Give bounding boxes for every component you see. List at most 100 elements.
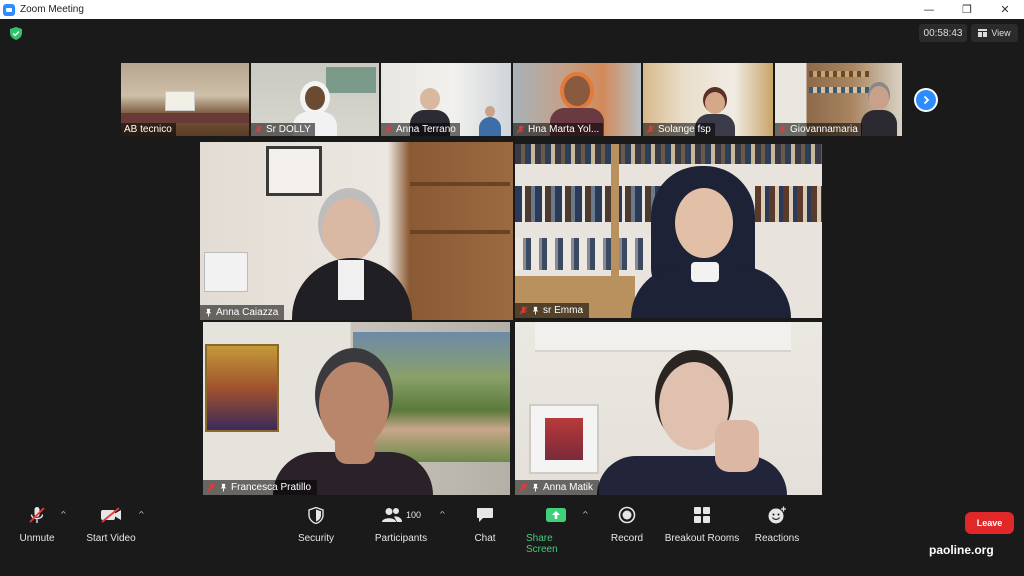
participant-name: Anna Terrano xyxy=(396,124,456,135)
participant-thumbnail[interactable]: Hna Marta Yol... xyxy=(513,63,641,136)
window-title: Zoom Meeting xyxy=(20,4,84,15)
shelf xyxy=(410,230,510,234)
participant-nameplate: Anna Caiazza xyxy=(200,305,285,320)
wall-picture xyxy=(266,146,322,196)
participant-name: Solange fsp xyxy=(658,124,711,135)
next-page-button[interactable] xyxy=(914,88,938,112)
book-image xyxy=(165,91,195,111)
pin-icon xyxy=(205,308,212,317)
participant-name: Hna Marta Yol... xyxy=(528,124,600,135)
audio-options-caret[interactable]: ^ xyxy=(60,510,67,519)
participant-figure xyxy=(861,84,898,136)
unmute-button[interactable]: Unmute xyxy=(17,506,57,544)
white-collar xyxy=(338,260,364,300)
window-controls: — ❐ ✕ xyxy=(910,0,1024,19)
mic-muted-icon xyxy=(516,125,525,134)
participant-name: Sr DOLLY xyxy=(266,124,311,135)
chat-button[interactable]: Chat xyxy=(470,506,500,544)
share-screen-label: Share Screen xyxy=(526,533,558,555)
shelf xyxy=(410,182,510,186)
breakout-rooms-label: Breakout Rooms xyxy=(664,533,740,544)
participants-icon xyxy=(381,508,402,522)
framed-image xyxy=(545,418,583,460)
mic-muted-icon xyxy=(254,125,263,134)
unmute-label: Unmute xyxy=(19,533,55,544)
participant-thumbnail[interactable]: Sr DOLLY xyxy=(251,63,379,136)
participant-nameplate: sr Emma xyxy=(515,303,589,318)
security-button[interactable]: Security xyxy=(296,506,336,544)
meeting-toolbar xyxy=(0,500,1024,576)
chat-bubble-icon xyxy=(477,508,493,522)
participant-thumbnail[interactable]: Giovannamaria xyxy=(775,63,902,136)
video-tile[interactable]: Francesca Pratillo xyxy=(203,322,510,495)
record-button[interactable]: Record xyxy=(610,506,644,544)
zoom-logo-icon xyxy=(3,3,15,16)
breakout-rooms-button[interactable]: Breakout Rooms xyxy=(664,506,740,544)
participant-nameplate: Giovannamaria xyxy=(775,123,862,136)
participants-options-caret[interactable]: ^ xyxy=(439,510,446,519)
close-button[interactable]: ✕ xyxy=(986,0,1024,19)
pin-icon xyxy=(532,306,539,315)
participant-thumbnail[interactable]: AB tecnico xyxy=(121,63,249,136)
reactions-label: Reactions xyxy=(754,533,800,544)
mic-muted-icon xyxy=(207,483,216,492)
start-video-button[interactable]: Start Video xyxy=(84,506,138,544)
start-video-label: Start Video xyxy=(86,533,136,544)
participant-thumbnail[interactable]: Solange fsp xyxy=(643,63,773,136)
bookshelf-row xyxy=(809,87,869,93)
participant-name: Anna Matik xyxy=(543,482,594,493)
participant-name: AB tecnico xyxy=(124,124,172,135)
video-tile[interactable]: Anna Caiazza xyxy=(200,142,513,320)
participant-name: Anna Caiazza xyxy=(216,307,279,318)
share-options-caret[interactable]: ^ xyxy=(582,510,589,519)
participant-nameplate: Solange fsp xyxy=(643,123,715,136)
video-options-caret[interactable]: ^ xyxy=(138,510,145,519)
leave-button[interactable]: Leave xyxy=(965,512,1014,534)
participant-nameplate: Sr DOLLY xyxy=(251,123,315,136)
participant-figure xyxy=(273,358,433,495)
participant-nameplate: Anna Matik xyxy=(515,480,600,495)
cabinet xyxy=(535,322,791,352)
share-screen-icon xyxy=(546,508,566,522)
participant-figure xyxy=(631,166,791,318)
grid-view-icon xyxy=(978,29,988,37)
participants-button[interactable]: 100 Participants xyxy=(372,506,430,544)
printer xyxy=(204,252,248,292)
meeting-timer: 00:58:43 xyxy=(919,24,967,42)
participants-label: Participants xyxy=(374,533,428,544)
chat-label: Chat xyxy=(474,533,496,544)
encryption-shield-icon[interactable] xyxy=(10,27,22,40)
security-label: Security xyxy=(297,533,335,544)
icon-painting xyxy=(205,344,279,432)
table-cloth xyxy=(121,113,249,123)
participant-figure xyxy=(292,198,412,320)
restore-button[interactable]: ❐ xyxy=(948,0,986,19)
record-label: Record xyxy=(610,533,644,544)
resting-hand xyxy=(715,420,759,472)
video-tile[interactable]: sr Emma xyxy=(515,144,822,318)
video-tile[interactable]: Anna Matik xyxy=(515,322,822,495)
minimize-button[interactable]: — xyxy=(910,0,948,19)
mic-muted-icon xyxy=(646,125,655,134)
participant-nameplate: Francesca Pratillo xyxy=(203,480,318,495)
participant-nameplate: Anna Terrano xyxy=(381,123,460,136)
view-button[interactable]: View xyxy=(971,24,1018,42)
title-bar: Zoom Meeting — ❐ ✕ xyxy=(0,0,1024,19)
mic-muted-icon xyxy=(29,507,45,523)
participant-nameplate: Hna Marta Yol... xyxy=(513,123,604,136)
pin-icon xyxy=(532,483,539,492)
mic-muted-icon xyxy=(778,125,787,134)
participant-name: Giovannamaria xyxy=(790,124,858,135)
chevron-right-icon xyxy=(923,95,930,105)
video-off-icon xyxy=(101,507,121,523)
reactions-button[interactable]: Reactions xyxy=(755,506,799,544)
breakout-rooms-icon xyxy=(694,507,710,523)
participant-thumbnail[interactable]: Anna Terrano xyxy=(381,63,511,136)
view-label: View xyxy=(991,28,1011,38)
white-collar xyxy=(691,262,719,282)
share-screen-button[interactable]: Share Screen xyxy=(526,506,586,555)
watermark-text: paoline.org xyxy=(929,543,994,557)
mic-muted-icon xyxy=(519,306,528,315)
participant-figure xyxy=(597,360,787,495)
bookshelf-row xyxy=(809,71,869,77)
